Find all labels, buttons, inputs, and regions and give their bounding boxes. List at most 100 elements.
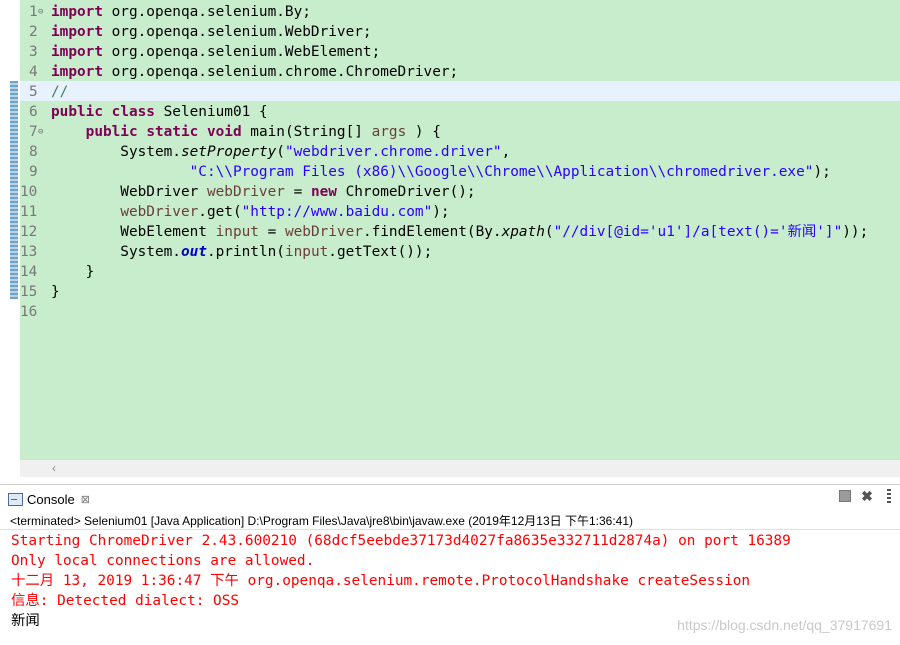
code-token: org.openqa.selenium.WebDriver; xyxy=(102,24,372,40)
code-text: WebDriver webDriver = new ChromeDriver()… xyxy=(51,182,475,202)
line-number: 8 xyxy=(29,144,38,160)
code-token: ( xyxy=(276,144,285,160)
code-token: "webdriver.chrome.driver" xyxy=(284,144,502,160)
line-number: 16 xyxy=(20,304,38,320)
code-editor[interactable]: 1 ⊖ import org.openqa.selenium.By; 2 import … xyxy=(0,0,900,478)
code-token: "//div[@id='u1']/a[text()='新闻']" xyxy=(553,224,843,240)
code-line: 6 public class Selenium01 { xyxy=(0,102,900,122)
code-token: new xyxy=(310,184,337,200)
code-token: webDriver xyxy=(284,224,363,240)
code-text: import org.openqa.selenium.chrome.Chrome… xyxy=(51,62,458,82)
code-token: out xyxy=(180,244,207,260)
code-line: 8 System.setProperty("webdriver.chrome.d… xyxy=(0,142,900,162)
line-number: 14 xyxy=(20,264,38,280)
code-text: public static void main(String[] args ) … xyxy=(51,122,441,142)
code-text: System.setProperty("webdriver.chrome.dri… xyxy=(51,142,510,162)
code-text: public class Selenium01 { xyxy=(51,102,268,122)
code-token: class xyxy=(111,104,155,120)
code-text: System.out.println(input.getText()); xyxy=(51,242,432,262)
code-line: 11 webDriver.get("http://www.baidu.com")… xyxy=(0,202,900,222)
code-text: // xyxy=(51,82,68,102)
code-token: WebDriver xyxy=(51,184,207,200)
code-line: 9 "C:\\Program Files (x86)\\Google\\Chro… xyxy=(0,162,900,182)
code-token: ) { xyxy=(406,124,441,140)
close-icon[interactable]: ⊠ xyxy=(81,493,90,506)
terminate-button[interactable] xyxy=(838,489,852,503)
code-token: "C:\\Program Files (x86)\\Google\\Chrome… xyxy=(189,164,814,180)
code-token: = xyxy=(258,224,285,240)
console-output-line: 信息: Detected dialect: OSS xyxy=(11,593,240,609)
code-token: public xyxy=(51,104,103,120)
line-number: 9 xyxy=(29,164,38,180)
code-token: = xyxy=(284,184,311,200)
console-output-line: 新闻 xyxy=(11,613,40,629)
tab-console[interactable]: Console ⊠ xyxy=(8,488,90,510)
code-token: System. xyxy=(51,244,181,260)
code-token: Selenium01 { xyxy=(154,104,268,120)
code-line: 12 WebElement input = webDriver.findElem… xyxy=(0,222,900,242)
code-token: import xyxy=(51,4,103,20)
code-token: webDriver xyxy=(120,204,199,220)
code-token: setProperty xyxy=(180,144,277,160)
console-output-line: 十二月 13, 2019 1:36:47 下午 org.openqa.selen… xyxy=(11,573,751,589)
code-token: input xyxy=(215,224,259,240)
fold-toggle-icon[interactable]: ⊖ xyxy=(38,2,43,22)
scroll-left-icon[interactable]: ‹ xyxy=(52,460,56,477)
code-line: 4 import org.openqa.selenium.chrome.Chrom… xyxy=(0,62,900,82)
code-line: 2 import org.openqa.selenium.WebDriver; xyxy=(0,22,900,42)
code-token: ( xyxy=(544,224,554,240)
line-number: 2 xyxy=(29,24,38,40)
line-number: 3 xyxy=(29,44,38,60)
code-text: } xyxy=(51,262,95,282)
code-text: WebElement input = webDriver.findElement… xyxy=(51,222,868,242)
code-token: } xyxy=(51,264,95,280)
code-token: } xyxy=(51,284,60,300)
code-token: .findElement(By. xyxy=(362,224,502,240)
line-number: 12 xyxy=(20,224,38,240)
code-token: args xyxy=(371,124,407,140)
code-text: webDriver.get("http://www.baidu.com"); xyxy=(51,202,450,222)
terminate-icon xyxy=(839,490,851,502)
code-token: .get( xyxy=(198,204,242,220)
horizontal-scrollbar[interactable]: ‹ xyxy=(20,459,900,477)
line-number: 11 xyxy=(20,204,38,220)
code-token: // xyxy=(51,84,69,100)
code-text: import org.openqa.selenium.WebElement; xyxy=(51,42,380,62)
code-token: org.openqa.selenium.By; xyxy=(102,4,311,20)
code-line: 13 System.out.println(input.getText()); xyxy=(0,242,900,262)
console-icon xyxy=(8,492,23,506)
code-token: static xyxy=(146,124,199,140)
code-token: System. xyxy=(51,144,181,160)
remove-launch-icon: ✖ xyxy=(861,487,873,504)
console-divider xyxy=(0,529,900,530)
console-tab-label: Console xyxy=(27,491,75,507)
fold-toggle-icon[interactable]: ⊖ xyxy=(38,122,43,142)
code-token: public xyxy=(85,124,138,140)
code-line: 1 ⊖ import org.openqa.selenium.By; xyxy=(0,2,900,22)
code-line: 7 ⊖ public static void main(String[] args… xyxy=(0,122,900,142)
line-number: 5 xyxy=(29,84,38,100)
code-text: } xyxy=(51,282,60,302)
code-line: 10 WebDriver webDriver = new ChromeDrive… xyxy=(0,182,900,202)
more-button[interactable] xyxy=(882,489,896,503)
code-line: 5 // xyxy=(0,82,900,102)
console-output-line: Starting ChromeDriver 2.43.600210 (68dcf… xyxy=(11,533,791,549)
code-token: )); xyxy=(842,224,869,240)
code-token: xpath xyxy=(501,224,545,240)
line-number: 13 xyxy=(20,244,38,260)
line-number: 6 xyxy=(29,104,38,120)
line-number: 15 xyxy=(20,284,38,300)
line-number: 10 xyxy=(20,184,38,200)
remove-launch-button[interactable]: ✖ xyxy=(860,487,874,504)
code-token: ); xyxy=(432,204,450,220)
line-number: 4 xyxy=(29,64,38,80)
code-line: 15} xyxy=(0,282,900,302)
console-toolbar: ✖ xyxy=(838,487,896,504)
code-token: import xyxy=(51,44,103,60)
line-number: 7 xyxy=(29,124,38,140)
